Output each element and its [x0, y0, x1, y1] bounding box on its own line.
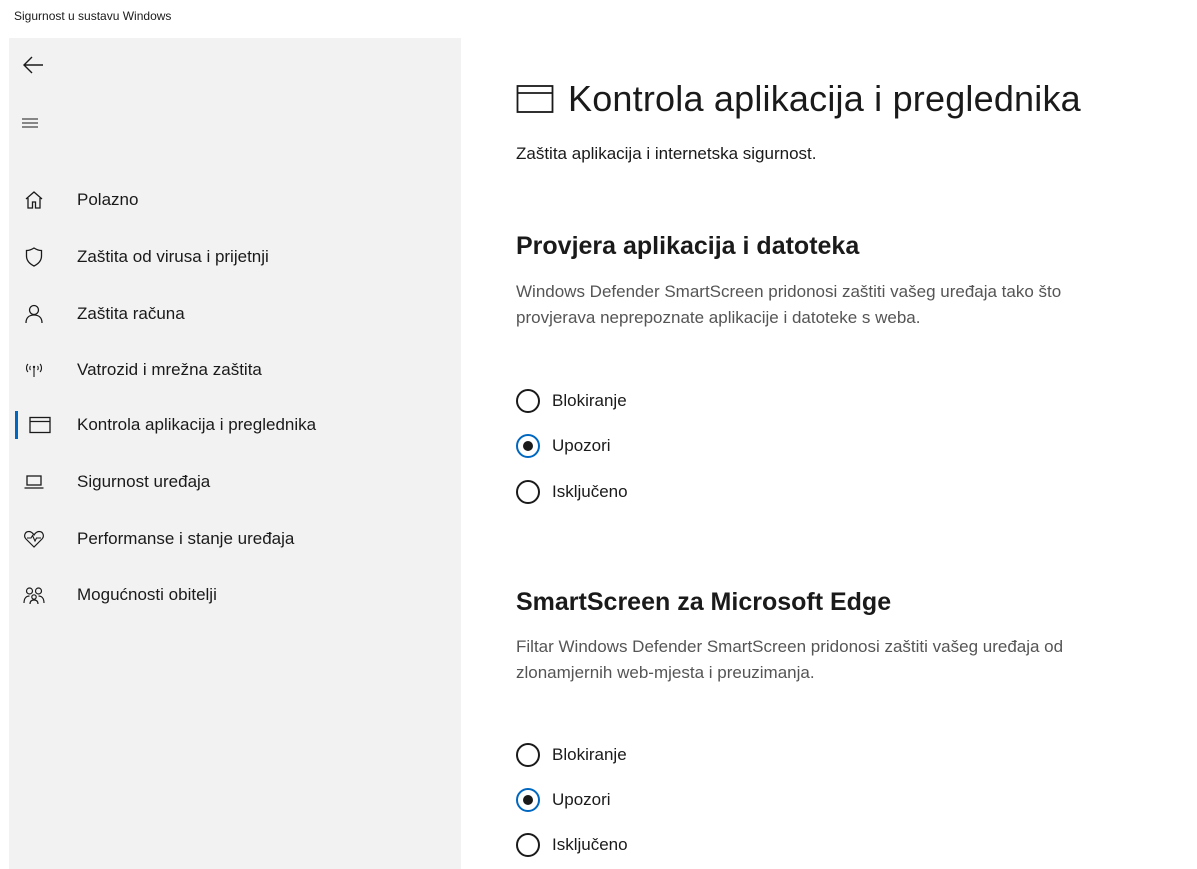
back-arrow-icon: [23, 56, 43, 74]
app-window-icon: [516, 85, 554, 113]
page-subtitle: Zaštita aplikacija i internetska sigurno…: [516, 144, 817, 163]
back-button[interactable]: [21, 54, 53, 82]
sidebar-item-virus-protection[interactable]: Zaštita od virusa i prijetnji: [9, 235, 461, 279]
sidebar-item-label: Performanse i stanje uređaja: [77, 529, 295, 548]
sidebar-item-label: Polazno: [77, 190, 139, 209]
sidebar-item-account-protection[interactable]: Zaštita računa: [9, 292, 461, 336]
sidebar-item-app-browser-control[interactable]: Kontrola aplikacija i preglednika: [9, 403, 461, 447]
radio-button-icon: [516, 743, 540, 767]
radio-label: Upozori: [552, 436, 611, 455]
description-line: Filtar Windows Defender SmartScreen prid…: [516, 637, 1064, 656]
home-icon: [23, 189, 45, 211]
sidebar-item-home[interactable]: Polazno: [9, 178, 461, 222]
selected-indicator: [15, 411, 18, 439]
sidebar-item-label: Vatrozid i mrežna zaštita: [77, 360, 262, 379]
radio-warn-apps[interactable]: Upozori: [516, 432, 611, 460]
sidebar-item-firewall[interactable]: Vatrozid i mrežna zaštita: [9, 348, 461, 392]
radio-button-icon: [516, 788, 540, 812]
sidebar-item-family-options[interactable]: Mogućnosti obitelji: [9, 573, 461, 617]
radio-label: Upozori: [552, 790, 611, 809]
main-content: Kontrola aplikacija i preglednika Zaštit…: [461, 38, 1197, 869]
menu-button[interactable]: [21, 116, 53, 144]
wireless-icon: [23, 359, 45, 381]
radio-label: Isključeno: [552, 835, 628, 854]
sidebar-item-label: Mogućnosti obitelji: [77, 585, 217, 604]
sidebar: Polazno Zaštita od virusa i prijetnji Za…: [9, 38, 461, 869]
radio-block-apps[interactable]: Blokiranje: [516, 387, 627, 415]
sidebar-item-label: Zaštita od virusa i prijetnji: [77, 247, 269, 266]
sidebar-item-device-performance[interactable]: Performanse i stanje uređaja: [9, 517, 461, 561]
radio-button-icon: [516, 434, 540, 458]
radio-button-icon: [516, 480, 540, 504]
page-title: Kontrola aplikacija i preglednika: [568, 78, 1081, 119]
radio-off-apps[interactable]: Isključeno: [516, 478, 628, 506]
radio-block-edge[interactable]: Blokiranje: [516, 741, 627, 769]
heart-pulse-icon: [23, 528, 45, 550]
hamburger-icon: [22, 118, 38, 128]
radio-label: Isključeno: [552, 482, 628, 501]
sidebar-item-label: Sigurnost uređaja: [77, 472, 211, 491]
radio-button-icon: [516, 389, 540, 413]
page-header: Kontrola aplikacija i preglednika: [516, 78, 1081, 120]
radio-button-icon: [516, 833, 540, 857]
sidebar-item-device-security[interactable]: Sigurnost uređaja: [9, 460, 461, 504]
title-bar: Sigurnost u sustavu Windows: [0, 0, 1197, 38]
radio-label: Blokiranje: [552, 391, 627, 410]
section-description: Filtar Windows Defender SmartScreen prid…: [516, 634, 1196, 686]
radio-label: Blokiranje: [552, 745, 627, 764]
description-line: provjerava neprepoznate aplikacije i dat…: [516, 308, 921, 327]
family-icon: [23, 584, 45, 606]
radio-warn-edge[interactable]: Upozori: [516, 786, 611, 814]
sidebar-item-label: Zaštita računa: [77, 304, 185, 323]
section-title-smartscreen-edge: SmartScreen za Microsoft Edge: [516, 588, 892, 616]
radio-off-edge[interactable]: Isključeno: [516, 831, 628, 859]
section-title-app-file-check: Provjera aplikacija i datoteka: [516, 232, 860, 260]
laptop-icon: [23, 471, 45, 493]
sidebar-item-label: Kontrola aplikacija i preglednika: [77, 415, 317, 434]
shield-icon: [23, 246, 45, 268]
app-window-icon: [29, 414, 51, 436]
window-title: Sigurnost u sustavu Windows: [14, 9, 172, 23]
person-icon: [23, 303, 45, 325]
description-line: Windows Defender SmartScreen pridonosi z…: [516, 282, 1062, 301]
description-line: zlonamjernih web-mjesta i preuzimanja.: [516, 663, 815, 682]
section-description: Windows Defender SmartScreen pridonosi z…: [516, 279, 1196, 331]
